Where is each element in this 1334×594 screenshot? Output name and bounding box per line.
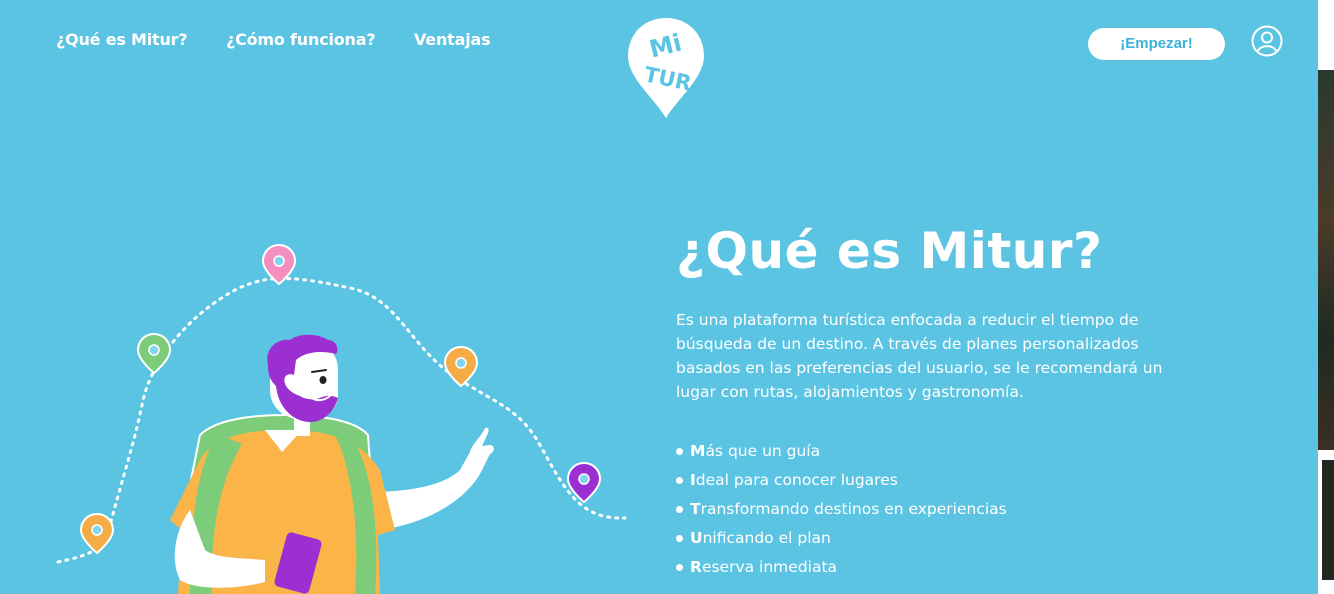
map-pin-green-icon [136, 332, 172, 375]
feature-initial: U [690, 529, 703, 547]
feature-text: nificando el plan [702, 529, 831, 547]
feature-text: deal para conocer lugares [695, 471, 898, 489]
features-list: Más que un guía Ideal para conocer lugar… [676, 440, 1007, 585]
feature-initial: R [690, 558, 702, 576]
intro-description: Es una plataforma turística enfocada a r… [676, 311, 1163, 401]
map-pin-purple-icon [566, 461, 602, 504]
nav-link-como-funciona[interactable]: ¿Cómo funciona? [226, 30, 376, 49]
feature-initial: T [690, 500, 701, 518]
bullet-dot [676, 448, 683, 455]
list-item: Ideal para conocer lugares [676, 469, 1007, 498]
bullet-dot [676, 477, 683, 484]
list-item: Más que un guía [676, 440, 1007, 469]
nav-link-que-es-mitur[interactable]: ¿Qué es Mitur? [56, 30, 188, 49]
right-edge-strip [1318, 0, 1334, 594]
background-photo-edge [1318, 70, 1334, 450]
page-title: ¿Qué es Mitur? [676, 222, 1103, 280]
bullet-dot [676, 535, 683, 542]
mitur-logo[interactable]: Mi TUR [626, 16, 706, 120]
map-pin-orange-low-icon [79, 512, 115, 555]
nav-link-ventajas[interactable]: Ventajas [414, 30, 491, 49]
feature-initial: M [690, 442, 706, 460]
bullet-dot [676, 564, 683, 571]
traveler-illustration [56, 243, 627, 594]
map-pin-orange-icon [443, 345, 479, 388]
list-item: Reserva inmediata [676, 556, 1007, 585]
background-photo-edge-lower [1322, 460, 1334, 580]
list-item: Unificando el plan [676, 527, 1007, 556]
bullet-dot [676, 506, 683, 513]
user-account-icon[interactable] [1251, 25, 1283, 57]
feature-text: eserva inmediata [701, 558, 838, 576]
feature-text: ransformando destinos en experiencias [700, 500, 1007, 518]
empezar-button[interactable]: ¡Empezar! [1088, 28, 1225, 60]
feature-text: ás que un guía [705, 442, 821, 460]
list-item: Transformando destinos en experiencias [676, 498, 1007, 527]
